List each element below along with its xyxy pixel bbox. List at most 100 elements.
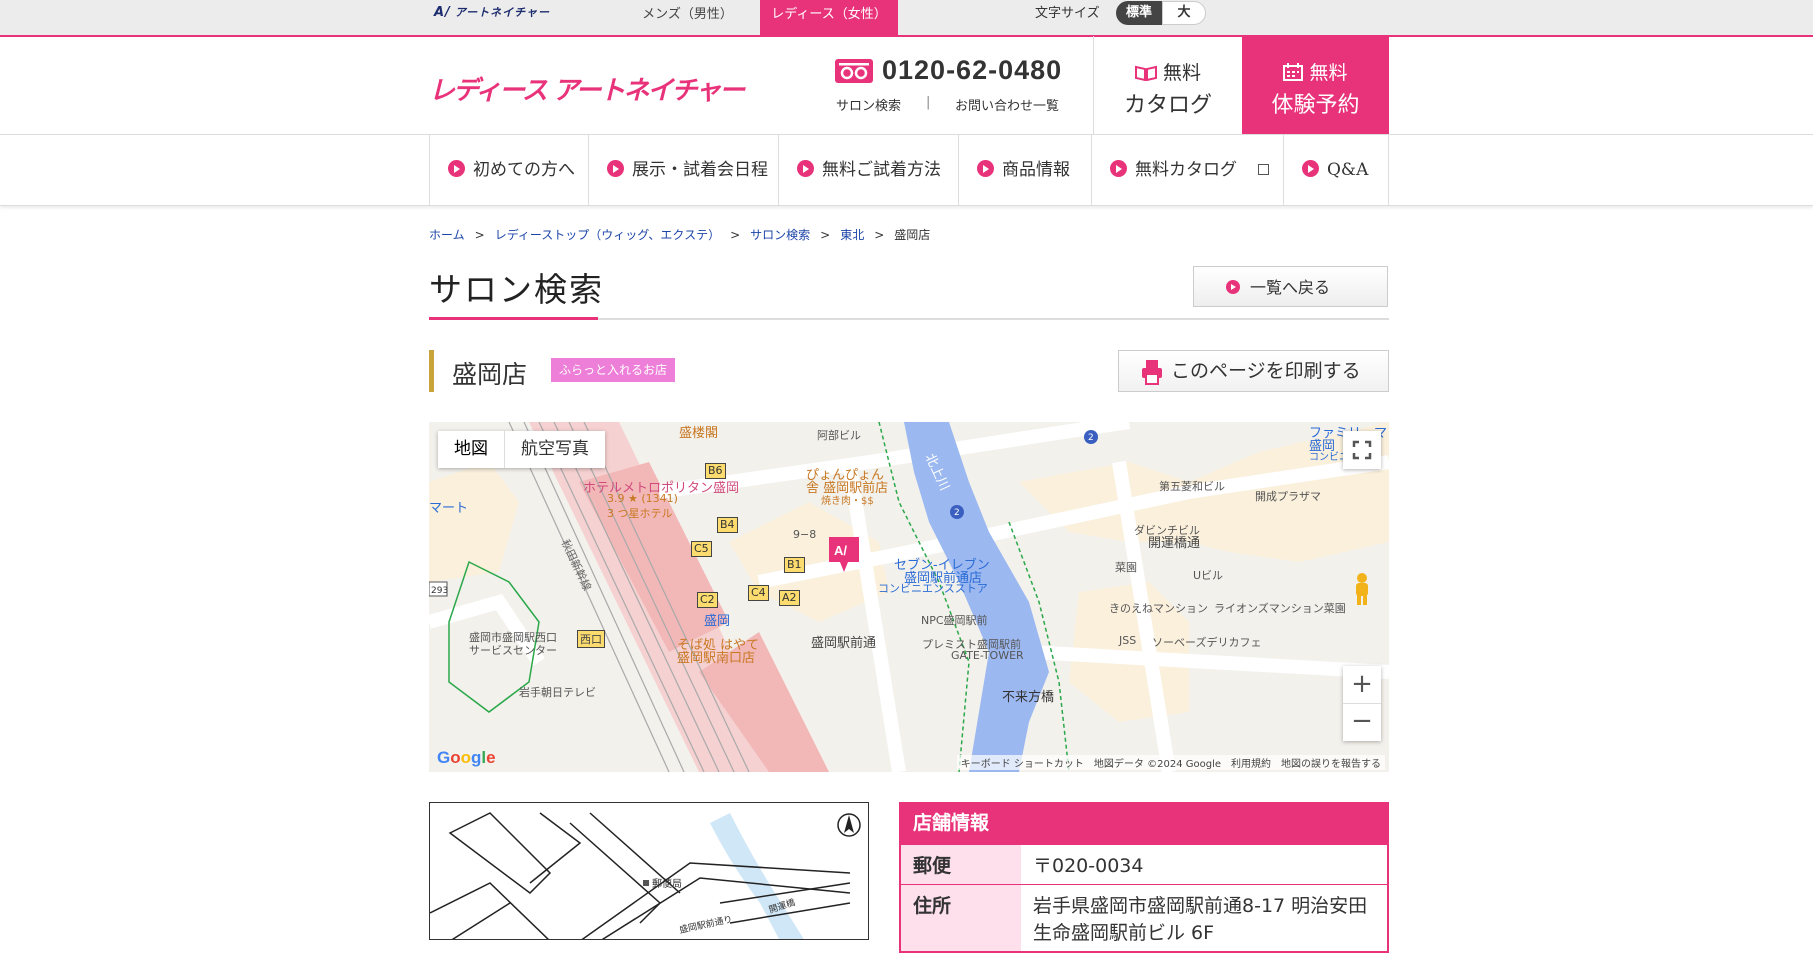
map-label-iwate-tv: 岩手朝日テレビ	[519, 686, 596, 699]
svg-text:2: 2	[954, 508, 960, 518]
info-key-postal: 郵便	[900, 844, 1021, 885]
arrow-circle-icon	[1226, 280, 1240, 294]
map-label-post-office: 郵便局	[652, 877, 682, 890]
map-label-daigo: 第五菱和ビル	[1159, 480, 1225, 493]
store-info-heading: 店舗情報	[899, 802, 1389, 844]
map-label-morioka-station[interactable]: 盛岡	[704, 610, 730, 629]
nav-free-catalog[interactable]: 無料カタログ	[1092, 135, 1284, 205]
nav-free-trial-method[interactable]: 無料ご試着方法	[779, 135, 959, 205]
zoom-in-button[interactable]: +	[1343, 666, 1381, 704]
brand-logo[interactable]: レディース アートネイチャー	[429, 70, 745, 107]
map-tab-satellite[interactable]: 航空写真	[505, 431, 605, 468]
map-label-npc: NPC盛岡駅前	[921, 614, 988, 627]
store-info: 店舗情報 郵便 〒020-0034 住所 岩手県盛岡市盛岡駅前通8-17 明治安…	[899, 802, 1389, 953]
book-icon	[1134, 65, 1157, 82]
nav-exhibition-schedule[interactable]: 展示・試着会日程	[589, 135, 779, 205]
store-heading-bar	[429, 350, 434, 392]
map-label-saien: 菜園	[1115, 561, 1137, 574]
breadcrumb-home[interactable]: ホーム	[429, 228, 465, 242]
map-label-yakiniku: 焼き肉・$$	[821, 496, 874, 507]
zoom-out-button[interactable]: −	[1343, 704, 1381, 741]
nav-product-info[interactable]: 商品情報	[959, 135, 1092, 205]
top-strip: A/アートネイチャー メンズ（男性） レディース（女性） 文字サイズ 標準 大	[0, 0, 1813, 37]
breadcrumb-current: 盛岡店	[894, 228, 931, 242]
breadcrumb-tohoku[interactable]: 東北	[840, 228, 864, 242]
page-title: サロン検索	[429, 270, 604, 309]
north-arrow-icon	[837, 813, 861, 837]
map-label-hotel-class: 3 つ星ホテル	[607, 507, 673, 520]
map-label-ubiru: Uビル	[1193, 569, 1224, 582]
map-label-9-8: 9−8	[793, 528, 817, 541]
map-label-mart: マート	[429, 501, 469, 516]
map-label-street: 盛岡駅前通り	[678, 913, 733, 936]
printer-icon	[1142, 360, 1162, 385]
global-nav: 初めての方へ 展示・試着会日程 無料ご試着方法 商品情報 無料カタログ Q&A	[0, 134, 1813, 206]
arrow-circle-icon	[1302, 160, 1319, 177]
map-tab-map[interactable]: 地図	[438, 431, 505, 468]
map-label-abe: 阿部ビル	[817, 429, 861, 442]
free-dial-icon	[835, 59, 873, 83]
google-map[interactable]: A/ 293 2 2 ホテルメトロポリタン盛岡 3.9 ★ (1341) 3 つ…	[429, 422, 1389, 772]
map-canvas: A/ 293 2 2	[429, 422, 1389, 772]
svg-text:A/: A/	[834, 543, 847, 558]
table-row: 住所 岩手県盛岡市盛岡駅前通8-17 明治安田生命盛岡駅前ビル 6F	[900, 884, 1388, 952]
header-separator: |	[926, 95, 931, 110]
info-value-postal: 〒020-0034	[1021, 844, 1388, 885]
contact-link[interactable]: お問い合わせ一覧	[955, 95, 1059, 114]
arrow-circle-icon	[797, 160, 814, 177]
nav-first-time[interactable]: 初めての方へ	[429, 135, 589, 205]
font-size-large-button[interactable]: 大	[1162, 1, 1206, 25]
svg-text:2: 2	[1088, 433, 1094, 443]
phone-number[interactable]: 0120-62-0480	[882, 55, 1062, 86]
breadcrumb: ホーム > レディーストップ（ウィッグ、エクステ） > サロン検索 > 東北 > 盛岡店	[429, 228, 931, 242]
street-view-pegman-icon[interactable]	[1351, 572, 1373, 606]
arrow-circle-icon	[607, 160, 624, 177]
font-size-standard-button[interactable]: 標準	[1116, 1, 1162, 25]
arrow-circle-icon	[1110, 160, 1127, 177]
tab-mens[interactable]: メンズ（男性）	[620, 0, 755, 35]
store-badge: ふらっと入れるお店	[551, 358, 676, 382]
nav-qa[interactable]: Q&A	[1284, 135, 1389, 205]
site-logo-small[interactable]: A/アートネイチャー	[434, 4, 550, 26]
access-map-drawing: 郵便局 盛岡駅前通り 開運橋	[430, 812, 861, 939]
breadcrumb-ladies-top[interactable]: レディーストップ（ウィッグ、エクステ）	[495, 228, 720, 242]
free-trial-booking-button[interactable]: 無料 体験予約	[1242, 36, 1389, 134]
arrow-circle-icon	[448, 160, 465, 177]
map-label-dabinchi: ダビンチビル	[1134, 524, 1200, 537]
map-label-soba-2: 盛岡駅南口店	[677, 651, 756, 666]
map-label-morosho: 盛楼閣	[679, 426, 719, 441]
calendar-icon	[1283, 63, 1304, 81]
store-name: 盛岡店	[452, 360, 528, 389]
map-label-west-service-2: サービスセンター	[469, 644, 557, 657]
free-catalog-button[interactable]: 無料 カタログ	[1093, 36, 1242, 134]
info-value-address: 岩手県盛岡市盛岡駅前通8-17 明治安田生命盛岡駅前ビル 6F	[1021, 884, 1388, 952]
map-label-nishiguchi: 西口	[577, 630, 605, 648]
map-footer[interactable]: キーボード ショートカット 地図データ ©2024 Google 利用規約 地図…	[956, 755, 1385, 770]
external-window-icon	[1258, 164, 1269, 175]
fullscreen-icon	[1352, 440, 1372, 460]
print-page-button[interactable]: このページを印刷する	[1118, 350, 1389, 392]
breadcrumb-salon-search[interactable]: サロン検索	[750, 228, 810, 242]
map-label-kinoene: きのえねマンション	[1109, 602, 1208, 615]
simple-access-map: 郵便局 盛岡駅前通り 開運橋	[429, 802, 869, 940]
fullscreen-button[interactable]	[1343, 431, 1381, 469]
map-label-premist-2: GATE-TOWER	[951, 649, 1024, 662]
zoom-controls: + −	[1343, 666, 1381, 741]
google-logo: Google	[437, 748, 496, 767]
salon-search-link[interactable]: サロン検索	[836, 95, 901, 114]
title-divider-accent	[429, 317, 598, 320]
map-type-tabs: 地図 航空写真	[438, 431, 605, 468]
map-label-sobes: ソーベーズデリカフェ	[1152, 636, 1262, 649]
back-to-list-button[interactable]: 一覧へ戻る	[1193, 266, 1388, 307]
store-info-table: 郵便 〒020-0034 住所 岩手県盛岡市盛岡駅前通8-17 明治安田生命盛岡…	[899, 844, 1389, 953]
map-label-jss: JSS	[1119, 634, 1137, 647]
map-label-seven-3: コンビニエンスストア	[878, 582, 988, 595]
map-label-ekimae-dori: 盛岡駅前通	[811, 636, 877, 651]
map-label-fukita-bridge: 不来方橋	[1002, 690, 1055, 705]
map-label-lions: ライオンズマンション菜園	[1214, 602, 1346, 615]
tab-ladies[interactable]: レディース（女性）	[760, 0, 898, 35]
route-293-label: 293	[431, 586, 448, 596]
arrow-circle-icon	[977, 160, 994, 177]
table-row: 郵便 〒020-0034	[900, 844, 1388, 885]
font-size-label: 文字サイズ	[1035, 6, 1100, 21]
